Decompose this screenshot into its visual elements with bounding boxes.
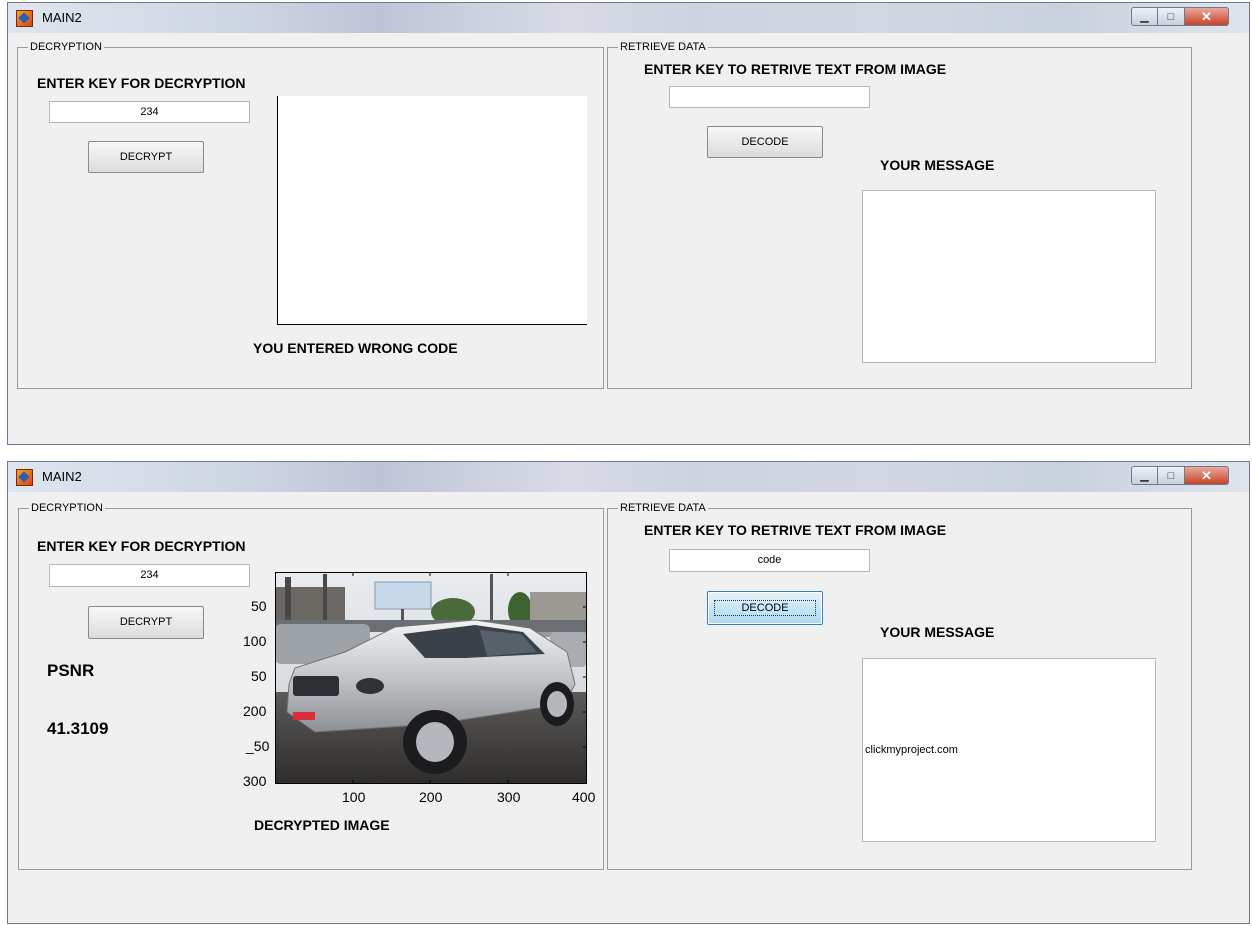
retrieve-key-input[interactable]: code: [669, 549, 870, 572]
psnr-label: PSNR: [47, 661, 95, 680]
decryption-panel: DECRYPTION ENTER KEY FOR DECRYPTION 234 …: [17, 41, 604, 389]
window-controls: ▁ □ ✕: [1131, 466, 1229, 486]
close-button[interactable]: ✕: [1185, 466, 1229, 485]
decrypted-image-caption: DECRYPTED IMAGE: [254, 817, 390, 833]
decoded-message: clickmyproject.com: [865, 744, 958, 756]
close-icon: ✕: [1201, 467, 1212, 483]
minimize-icon: ▁: [1140, 11, 1149, 23]
x-tick-label: 400: [572, 789, 596, 805]
y-tick-label: 50: [251, 598, 267, 614]
maximize-icon: □: [1167, 469, 1175, 482]
y-tick-label: 300: [243, 773, 267, 789]
decode-button-label: DECODE: [714, 600, 816, 616]
matlab-icon: [16, 469, 33, 486]
title-bar[interactable]: MAIN2 ▁ □ ✕: [8, 3, 1249, 33]
maximize-button[interactable]: □: [1158, 466, 1185, 485]
message-box[interactable]: [862, 190, 1156, 363]
window-title: MAIN2: [42, 469, 82, 484]
y-tick-label: _50: [246, 738, 270, 754]
panel-title: RETRIEVE DATA: [618, 41, 708, 53]
retrieve-key-input[interactable]: [669, 86, 870, 108]
decrypt-button[interactable]: DECRYPT: [88, 141, 204, 173]
decryption-key-input[interactable]: 234: [49, 101, 250, 123]
window-controls: ▁ □ ✕: [1131, 7, 1229, 27]
y-tick-label: 100: [243, 633, 267, 649]
psnr-value: 41.3109: [47, 719, 109, 738]
message-box[interactable]: clickmyproject.com: [862, 658, 1156, 842]
panel-title: DECRYPTION: [29, 502, 105, 514]
panel-title: DECRYPTION: [28, 41, 104, 53]
decrypt-button[interactable]: DECRYPT: [88, 606, 204, 639]
decrypted-image: [275, 572, 587, 784]
decode-button[interactable]: DECODE: [707, 591, 823, 625]
image-axes-empty: [277, 96, 587, 325]
minimize-icon: ▁: [1140, 470, 1149, 482]
close-icon: ✕: [1201, 8, 1212, 24]
decryption-key-label: ENTER KEY FOR DECRYPTION: [37, 538, 246, 554]
y-tick-label: 50: [251, 668, 267, 684]
retrieve-data-panel: RETRIEVE DATA ENTER KEY TO RETRIVE TEXT …: [607, 41, 1192, 389]
minimize-button[interactable]: ▁: [1131, 466, 1158, 485]
maximize-button[interactable]: □: [1158, 7, 1185, 26]
matlab-icon: [16, 10, 33, 27]
your-message-label: YOUR MESSAGE: [880, 157, 995, 173]
decode-button[interactable]: DECODE: [707, 126, 823, 158]
main2-window-bottom: MAIN2 ▁ □ ✕ DECRYPTION ENTER KEY FOR DEC…: [7, 461, 1250, 924]
retrieve-data-panel: RETRIEVE DATA ENTER KEY TO RETRIVE TEXT …: [607, 502, 1192, 870]
retrieve-key-label: ENTER KEY TO RETRIVE TEXT FROM IMAGE: [644, 61, 947, 77]
decryption-key-input[interactable]: 234: [49, 564, 250, 587]
your-message-label: YOUR MESSAGE: [880, 624, 995, 640]
title-bar[interactable]: MAIN2 ▁ □ ✕: [8, 462, 1249, 492]
x-tick-label: 300: [497, 789, 521, 805]
minimize-button[interactable]: ▁: [1131, 7, 1158, 26]
panel-title: RETRIEVE DATA: [618, 502, 708, 514]
close-button[interactable]: ✕: [1185, 7, 1229, 26]
decryption-key-label: ENTER KEY FOR DECRYPTION: [37, 75, 246, 91]
main2-window-top: MAIN2 ▁ □ ✕ DECRYPTION ENTER KEY FOR DEC…: [7, 2, 1250, 445]
maximize-icon: □: [1167, 10, 1175, 23]
x-tick-label: 200: [419, 789, 443, 805]
decryption-panel: DECRYPTION ENTER KEY FOR DECRYPTION 234 …: [18, 502, 604, 870]
status-text: YOU ENTERED WRONG CODE: [253, 340, 458, 356]
y-tick-label: 200: [243, 703, 267, 719]
x-tick-label: 100: [342, 789, 366, 805]
window-title: MAIN2: [42, 10, 82, 25]
retrieve-key-label: ENTER KEY TO RETRIVE TEXT FROM IMAGE: [644, 522, 947, 538]
